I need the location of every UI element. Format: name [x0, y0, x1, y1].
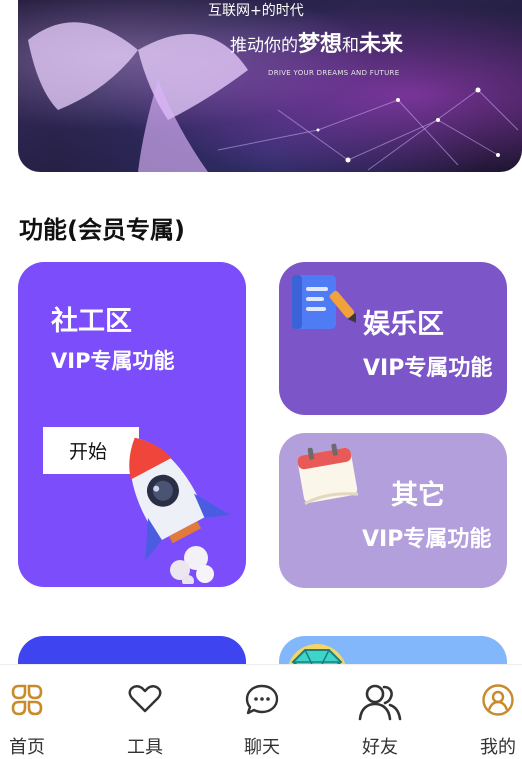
card-subtitle: VIP专属功能: [363, 356, 493, 381]
bottom-tab-bar: 首页 工具 聊天 好友 我的: [0, 664, 522, 758]
banner-headline: 推动你的梦想和未来: [230, 32, 404, 57]
tab-label: 首页: [9, 737, 45, 758]
card-subtitle: VIP专属功能: [51, 349, 175, 373]
card-other-zone[interactable]: 其它 VIP专属功能: [279, 433, 507, 588]
notebook-pen-icon: [292, 275, 356, 329]
rocket-icon: [129, 437, 230, 584]
section-title: 功能(会员专属): [19, 216, 185, 244]
card-social-zone[interactable]: 社工区 VIP专属功能 开始: [18, 262, 246, 587]
tab-tools[interactable]: 工具: [95, 665, 195, 758]
tab-label: 我的: [480, 737, 516, 758]
tab-label: 工具: [127, 737, 163, 758]
chat-bubble-icon: [245, 684, 279, 715]
profile-icon: [482, 684, 514, 716]
home-grid-icon: [11, 684, 43, 716]
calendar-icon: [297, 443, 359, 505]
card-title: 娱乐区: [363, 309, 444, 340]
card-entertainment-zone[interactable]: 娱乐区 VIP专属功能: [279, 262, 507, 415]
tab-profile[interactable]: 我的: [448, 665, 522, 758]
hero-banner[interactable]: 互联网+的时代 推动你的梦想和未来 DRIVE YOUR DREAMS AND …: [18, 0, 522, 172]
banner-tagline: 互联网+的时代: [208, 3, 304, 19]
tab-label: 好友: [362, 737, 398, 758]
card-title: 社工区: [51, 306, 132, 337]
friends-icon: [358, 684, 402, 721]
heart-icon: [128, 685, 162, 713]
tab-label: 聊天: [244, 737, 280, 758]
card-subtitle: VIP专属功能: [362, 527, 492, 552]
card-title: 其它: [391, 480, 445, 511]
tab-friends[interactable]: 好友: [330, 665, 430, 758]
tab-home[interactable]: 首页: [0, 665, 77, 758]
banner-english-caption: DRIVE YOUR DREAMS AND FUTURE: [268, 69, 400, 77]
tab-chat[interactable]: 聊天: [212, 665, 312, 758]
